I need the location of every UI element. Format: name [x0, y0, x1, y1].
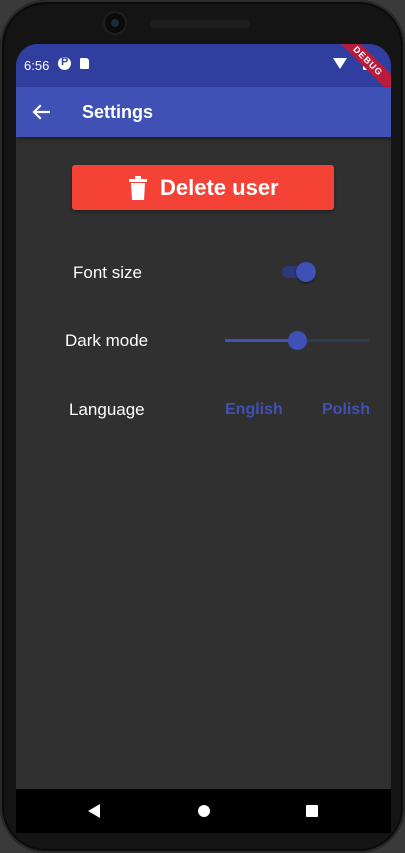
- recent-apps-icon[interactable]: [306, 805, 318, 817]
- device-frame: 6:56 DEBUG Settings Delete user Font siz: [0, 0, 405, 853]
- wifi-icon: [333, 58, 347, 69]
- app-bar: Settings: [16, 87, 391, 137]
- dark-mode-label: Dark mode: [65, 331, 149, 350]
- trash-icon: [129, 176, 147, 200]
- delete-user-button[interactable]: Delete user: [72, 165, 334, 210]
- english-button[interactable]: English: [225, 401, 283, 419]
- language-label: Language: [69, 400, 145, 419]
- earpiece-speaker: [150, 20, 250, 28]
- slider-active-track: [225, 339, 297, 342]
- dark-mode-slider[interactable]: [225, 330, 369, 352]
- screen: 6:56 DEBUG Settings Delete user Font siz: [16, 44, 391, 825]
- font-size-label: Font size: [73, 263, 142, 282]
- status-time: 6:56: [24, 58, 50, 73]
- polish-button[interactable]: Polish: [322, 401, 370, 419]
- toggle-thumb: [296, 262, 316, 282]
- page-title: Settings: [82, 102, 154, 122]
- arrow-back-icon[interactable]: [32, 104, 50, 120]
- font-size-toggle[interactable]: [282, 262, 316, 282]
- sd-card-icon: [80, 58, 89, 69]
- parking-notification-icon: [58, 56, 71, 70]
- back-icon[interactable]: [88, 804, 100, 818]
- home-icon[interactable]: [198, 805, 210, 817]
- system-nav-bar: [16, 789, 391, 833]
- slider-thumb[interactable]: [288, 331, 307, 350]
- delete-user-label: Delete user: [160, 175, 279, 200]
- front-camera: [105, 13, 125, 33]
- status-bar: 6:56 DEBUG: [16, 44, 391, 98]
